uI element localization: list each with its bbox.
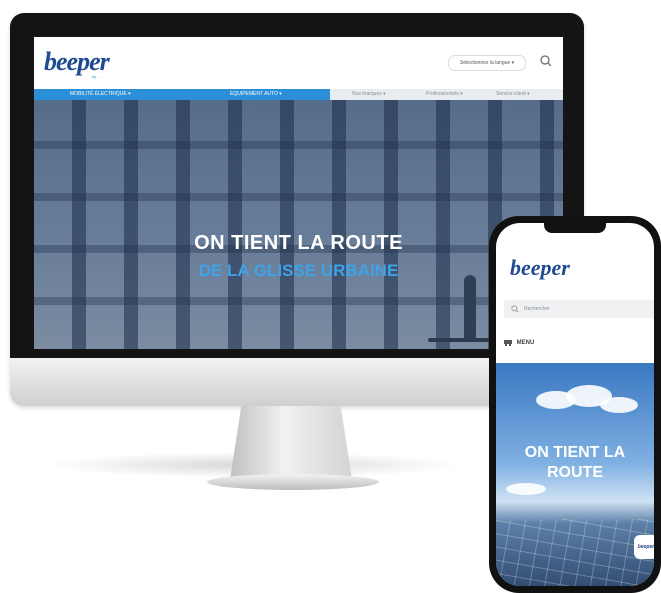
monitor-stand (230, 406, 352, 478)
phone-hero-line1: ON TIENT LA (524, 444, 626, 461)
cloud-image (600, 397, 638, 413)
phone-search-input[interactable]: Rechercher (504, 300, 654, 318)
hero-overlay (34, 100, 563, 349)
site-logo[interactable]: beeper (44, 47, 110, 77)
phone-hero-banner[interactable]: ON TIENT LA ROUTE beeper (496, 363, 654, 586)
desktop-screen: beeper by ... Sélectionnez la langue ▾ M… (34, 37, 563, 349)
language-selector[interactable]: Sélectionnez la langue ▾ (448, 55, 526, 71)
monitor-foot (207, 474, 379, 490)
nav-item-pro[interactable]: Professionnels ▾ (426, 91, 463, 97)
hero-headline: ON TIENT LA ROUTE (194, 232, 403, 254)
hero-subheadline: DE LA GLISSE URBAINE (198, 261, 399, 280)
phone-notch (544, 223, 606, 233)
phone-screen: beeper Rechercher MENU ON TIENT LA ROUTE (496, 223, 654, 586)
phone-menu-label: MENU (516, 340, 535, 347)
phone-hero-line2: ROUTE (547, 464, 603, 481)
search-button[interactable] (538, 53, 554, 69)
phone-hero-headline: ON TIENT LA ROUTE (496, 443, 654, 483)
scooter-image (428, 338, 490, 342)
nav-item-service[interactable]: Service client ▾ (496, 91, 530, 97)
nav-item-equipement[interactable]: ÉQUIPEMENT AUTO ▾ (230, 91, 282, 97)
scooter-rider-image (464, 275, 476, 339)
search-icon (540, 55, 552, 67)
site-header: beeper by ... Sélectionnez la langue ▾ (34, 37, 563, 87)
main-nav: MOBILITÉ ÉLECTRIQUE ▾ ÉQUIPEMENT AUTO ▾ … (34, 89, 563, 100)
solar-panels-image (496, 519, 654, 586)
phone-search-placeholder: Rechercher (524, 306, 550, 312)
cart-icon (504, 340, 512, 346)
cloud-image (506, 483, 546, 495)
nav-item-marques[interactable]: Nos marques ▾ (352, 91, 386, 97)
smartphone: beeper Rechercher MENU ON TIENT LA ROUTE (489, 216, 661, 593)
logo-tagline: by ... (92, 74, 101, 79)
hero-banner[interactable]: ON TIENT LA ROUTE DE LA GLISSE URBAINE (34, 100, 563, 349)
phone-site-logo[interactable]: beeper (510, 255, 570, 281)
phone-menu-button[interactable]: MENU (504, 339, 534, 346)
phone-chat-badge[interactable]: beeper (634, 535, 654, 559)
nav-item-mobilite[interactable]: MOBILITÉ ÉLECTRIQUE ▾ (70, 91, 131, 97)
search-icon (511, 305, 519, 313)
